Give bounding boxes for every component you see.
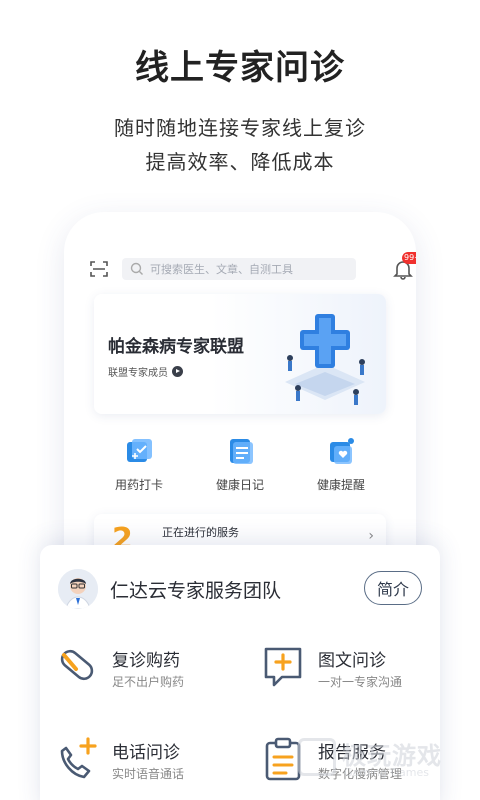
quick-action-label: 健康提醒 bbox=[316, 478, 365, 492]
quick-actions: 用药打卡 健康日记 健康提醒 bbox=[94, 436, 386, 493]
search-icon bbox=[130, 262, 143, 275]
banner-link-label: 联盟专家成员 bbox=[108, 368, 168, 379]
feature-title: 复诊购药 bbox=[112, 651, 180, 671]
quick-action-label: 用药打卡 bbox=[114, 478, 163, 492]
banner-title: 帕金森病专家联盟 bbox=[108, 337, 244, 357]
medical-cross-illustration bbox=[285, 314, 365, 405]
hero-title: 线上专家问诊 bbox=[135, 48, 345, 88]
quick-action-medicine-checkin[interactable]: 用药打卡 bbox=[94, 436, 184, 493]
chevron-right-icon: › bbox=[368, 528, 374, 544]
feature-subtitle: 实时语音通话 bbox=[112, 767, 185, 781]
notification-badge: 99+ bbox=[402, 252, 416, 264]
intro-button[interactable]: 简介 bbox=[364, 571, 422, 605]
hero-subtitle-line2: 提高效率、降低成本 bbox=[145, 150, 335, 174]
hero-subtitle-line1: 随时随地连接专家线上复诊 bbox=[114, 116, 366, 140]
search-input[interactable] bbox=[150, 258, 350, 280]
feature-title: 电话问诊 bbox=[112, 743, 180, 763]
play-icon bbox=[172, 366, 183, 377]
feature-title: 图文问诊 bbox=[318, 651, 386, 671]
scan-icon[interactable] bbox=[90, 260, 108, 278]
feature-text-consult[interactable]: 图文问诊 一对一专家沟通 bbox=[262, 645, 432, 695]
phone-plus-icon bbox=[60, 737, 97, 779]
app-top-bar: 99+ bbox=[90, 252, 416, 280]
health-reminder-icon bbox=[330, 438, 354, 464]
health-diary-icon bbox=[230, 439, 253, 464]
watermark-subtext: Gaming Games bbox=[344, 766, 429, 779]
watermark: 极玩游戏 Gaming Games bbox=[298, 734, 470, 784]
quick-action-health-diary[interactable]: 健康日记 bbox=[195, 436, 285, 493]
quick-action-label: 健康日记 bbox=[215, 478, 264, 492]
watermark-logo-icon bbox=[298, 738, 336, 776]
chat-plus-icon bbox=[264, 647, 302, 687]
alliance-members-link[interactable]: 联盟专家成员 bbox=[108, 364, 183, 379]
pill-icon bbox=[60, 649, 94, 681]
feature-revisit-medicine[interactable]: 复诊购药 足不出户购药 bbox=[56, 645, 226, 695]
feature-subtitle: 足不出户购药 bbox=[112, 675, 185, 689]
search-bar[interactable] bbox=[122, 258, 356, 280]
service-title: 正在进行的服务 bbox=[162, 526, 239, 539]
quick-action-health-reminder[interactable]: 健康提醒 bbox=[296, 436, 386, 493]
feature-phone-consult[interactable]: 电话问诊 实时语音通话 bbox=[56, 737, 226, 787]
team-name: 仁达云专家服务团队 bbox=[110, 580, 282, 602]
expert-alliance-banner[interactable]: 帕金森病专家联盟 联盟专家成员 bbox=[94, 294, 386, 414]
avatar bbox=[58, 569, 98, 609]
medicine-checkin-icon bbox=[127, 439, 152, 462]
feature-subtitle: 一对一专家沟通 bbox=[318, 675, 403, 689]
